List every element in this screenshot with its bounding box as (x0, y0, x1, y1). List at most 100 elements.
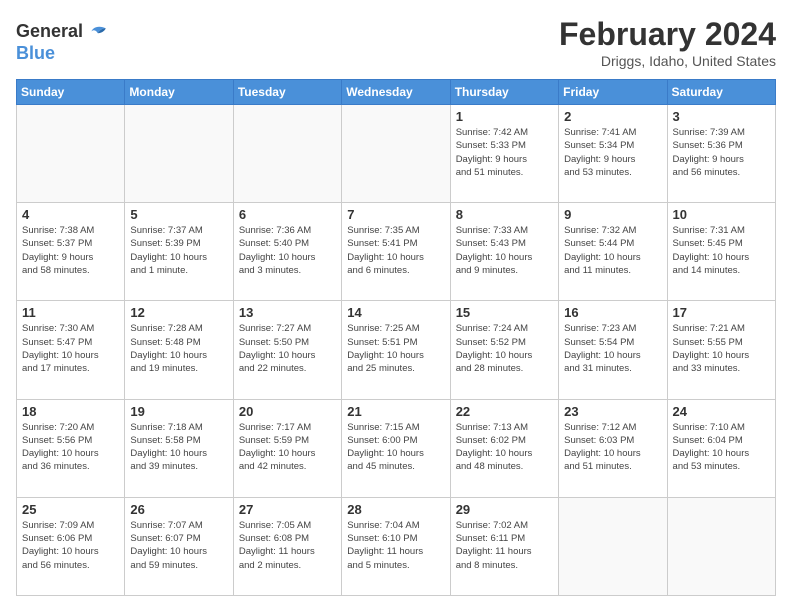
calendar-cell: 24 Sunrise: 7:10 AM Sunset: 6:04 PM Dayli… (667, 399, 775, 497)
col-header-friday: Friday (559, 80, 667, 105)
day-number: 29 (456, 502, 553, 517)
calendar-cell (559, 497, 667, 595)
day-number: 1 (456, 109, 553, 124)
day-number: 25 (22, 502, 119, 517)
month-title: February 2024 (559, 16, 776, 53)
day-info: Sunrise: 7:33 AM Sunset: 5:43 PM Dayligh… (456, 224, 553, 277)
day-info: Sunrise: 7:20 AM Sunset: 5:56 PM Dayligh… (22, 421, 119, 474)
calendar-week-1: 1 Sunrise: 7:42 AM Sunset: 5:33 PM Daylig… (17, 105, 776, 203)
calendar-cell: 25Sunrise: 7:09 AM Sunset: 6:06 PM Dayli… (17, 497, 125, 595)
day-info: Sunrise: 7:18 AM Sunset: 5:58 PM Dayligh… (130, 421, 227, 474)
header: General Blue February 2024 Driggs, Idaho… (16, 16, 776, 69)
calendar-cell (125, 105, 233, 203)
col-header-monday: Monday (125, 80, 233, 105)
calendar-table: SundayMondayTuesdayWednesdayThursdayFrid… (16, 79, 776, 596)
day-number: 21 (347, 404, 444, 419)
calendar-cell: 7 Sunrise: 7:35 AM Sunset: 5:41 PM Daylig… (342, 203, 450, 301)
day-number: 22 (456, 404, 553, 419)
calendar-cell: 1 Sunrise: 7:42 AM Sunset: 5:33 PM Daylig… (450, 105, 558, 203)
calendar-cell: 17Sunrise: 7:21 AM Sunset: 5:55 PM Dayli… (667, 301, 775, 399)
day-number: 20 (239, 404, 336, 419)
calendar-cell: 29 Sunrise: 7:02 AM Sunset: 6:11 PM Dayli… (450, 497, 558, 595)
calendar-cell: 20 Sunrise: 7:17 AM Sunset: 5:59 PM Dayli… (233, 399, 341, 497)
calendar-cell: 3Sunrise: 7:39 AM Sunset: 5:36 PM Daylig… (667, 105, 775, 203)
logo-text-general: General (16, 22, 83, 42)
calendar-cell: 18 Sunrise: 7:20 AM Sunset: 5:56 PM Dayli… (17, 399, 125, 497)
day-info: Sunrise: 7:39 AM Sunset: 5:36 PM Dayligh… (673, 126, 770, 179)
day-number: 9 (564, 207, 661, 222)
logo-bird-icon (85, 20, 109, 44)
day-info: Sunrise: 7:25 AM Sunset: 5:51 PM Dayligh… (347, 322, 444, 375)
calendar-cell: 26 Sunrise: 7:07 AM Sunset: 6:07 PM Dayli… (125, 497, 233, 595)
logo-text-blue: Blue (16, 44, 109, 64)
calendar-cell: 28 Sunrise: 7:04 AM Sunset: 6:10 PM Dayli… (342, 497, 450, 595)
day-info: Sunrise: 7:23 AM Sunset: 5:54 PM Dayligh… (564, 322, 661, 375)
day-number: 26 (130, 502, 227, 517)
calendar-cell: 14 Sunrise: 7:25 AM Sunset: 5:51 PM Dayli… (342, 301, 450, 399)
calendar-cell: 11 Sunrise: 7:30 AM Sunset: 5:47 PM Dayli… (17, 301, 125, 399)
day-info: Sunrise: 7:21 AM Sunset: 5:55 PM Dayligh… (673, 322, 770, 375)
calendar-week-3: 11 Sunrise: 7:30 AM Sunset: 5:47 PM Dayli… (17, 301, 776, 399)
day-number: 11 (22, 305, 119, 320)
title-block: February 2024 Driggs, Idaho, United Stat… (559, 16, 776, 69)
day-number: 15 (456, 305, 553, 320)
day-number: 14 (347, 305, 444, 320)
day-number: 7 (347, 207, 444, 222)
day-info: Sunrise: 7:02 AM Sunset: 6:11 PM Dayligh… (456, 519, 553, 572)
day-info: Sunrise: 7:05 AM Sunset: 6:08 PM Dayligh… (239, 519, 336, 572)
day-number: 24 (673, 404, 770, 419)
day-info: Sunrise: 7:35 AM Sunset: 5:41 PM Dayligh… (347, 224, 444, 277)
day-info: Sunrise: 7:38 AM Sunset: 5:37 PM Dayligh… (22, 224, 119, 277)
calendar-cell: 23Sunrise: 7:12 AM Sunset: 6:03 PM Dayli… (559, 399, 667, 497)
calendar-week-2: 4 Sunrise: 7:38 AM Sunset: 5:37 PM Daylig… (17, 203, 776, 301)
calendar-cell: 9 Sunrise: 7:32 AM Sunset: 5:44 PM Daylig… (559, 203, 667, 301)
location-title: Driggs, Idaho, United States (559, 53, 776, 69)
calendar-cell: 12Sunrise: 7:28 AM Sunset: 5:48 PM Dayli… (125, 301, 233, 399)
day-number: 16 (564, 305, 661, 320)
calendar-cell: 21 Sunrise: 7:15 AM Sunset: 6:00 PM Dayli… (342, 399, 450, 497)
day-info: Sunrise: 7:32 AM Sunset: 5:44 PM Dayligh… (564, 224, 661, 277)
calendar-cell: 13 Sunrise: 7:27 AM Sunset: 5:50 PM Dayli… (233, 301, 341, 399)
day-number: 5 (130, 207, 227, 222)
calendar-cell: 16 Sunrise: 7:23 AM Sunset: 5:54 PM Dayli… (559, 301, 667, 399)
col-header-thursday: Thursday (450, 80, 558, 105)
calendar-week-4: 18 Sunrise: 7:20 AM Sunset: 5:56 PM Dayli… (17, 399, 776, 497)
day-number: 18 (22, 404, 119, 419)
col-header-wednesday: Wednesday (342, 80, 450, 105)
calendar-cell (233, 105, 341, 203)
day-number: 2 (564, 109, 661, 124)
day-info: Sunrise: 7:10 AM Sunset: 6:04 PM Dayligh… (673, 421, 770, 474)
calendar-cell: 5Sunrise: 7:37 AM Sunset: 5:39 PM Daylig… (125, 203, 233, 301)
day-number: 27 (239, 502, 336, 517)
logo: General Blue (16, 20, 109, 64)
calendar-cell: 6Sunrise: 7:36 AM Sunset: 5:40 PM Daylig… (233, 203, 341, 301)
day-info: Sunrise: 7:07 AM Sunset: 6:07 PM Dayligh… (130, 519, 227, 572)
day-number: 13 (239, 305, 336, 320)
day-info: Sunrise: 7:04 AM Sunset: 6:10 PM Dayligh… (347, 519, 444, 572)
day-number: 19 (130, 404, 227, 419)
calendar-cell: 4 Sunrise: 7:38 AM Sunset: 5:37 PM Daylig… (17, 203, 125, 301)
day-info: Sunrise: 7:17 AM Sunset: 5:59 PM Dayligh… (239, 421, 336, 474)
calendar-cell: 15 Sunrise: 7:24 AM Sunset: 5:52 PM Dayli… (450, 301, 558, 399)
day-number: 4 (22, 207, 119, 222)
day-number: 12 (130, 305, 227, 320)
col-header-tuesday: Tuesday (233, 80, 341, 105)
day-info: Sunrise: 7:36 AM Sunset: 5:40 PM Dayligh… (239, 224, 336, 277)
calendar-cell (17, 105, 125, 203)
day-info: Sunrise: 7:13 AM Sunset: 6:02 PM Dayligh… (456, 421, 553, 474)
calendar-cell: 8Sunrise: 7:33 AM Sunset: 5:43 PM Daylig… (450, 203, 558, 301)
col-header-saturday: Saturday (667, 80, 775, 105)
day-info: Sunrise: 7:15 AM Sunset: 6:00 PM Dayligh… (347, 421, 444, 474)
day-number: 23 (564, 404, 661, 419)
calendar-header-row: SundayMondayTuesdayWednesdayThursdayFrid… (17, 80, 776, 105)
day-number: 28 (347, 502, 444, 517)
calendar-cell (667, 497, 775, 595)
col-header-sunday: Sunday (17, 80, 125, 105)
calendar-cell: 22 Sunrise: 7:13 AM Sunset: 6:02 PM Dayli… (450, 399, 558, 497)
day-info: Sunrise: 7:27 AM Sunset: 5:50 PM Dayligh… (239, 322, 336, 375)
calendar-cell: 19 Sunrise: 7:18 AM Sunset: 5:58 PM Dayli… (125, 399, 233, 497)
day-info: Sunrise: 7:30 AM Sunset: 5:47 PM Dayligh… (22, 322, 119, 375)
day-number: 10 (673, 207, 770, 222)
day-info: Sunrise: 7:42 AM Sunset: 5:33 PM Dayligh… (456, 126, 553, 179)
day-info: Sunrise: 7:24 AM Sunset: 5:52 PM Dayligh… (456, 322, 553, 375)
